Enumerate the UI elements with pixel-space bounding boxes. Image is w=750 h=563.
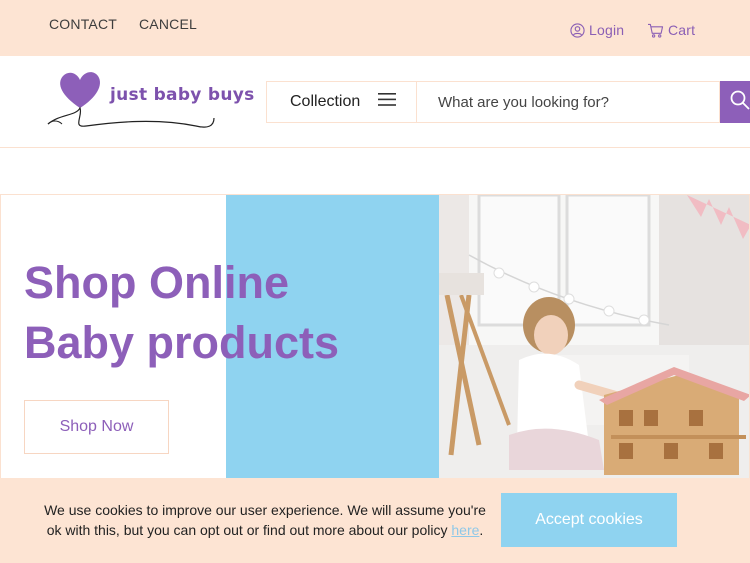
search-input[interactable] <box>417 82 719 122</box>
cancel-link[interactable]: CANCEL <box>139 16 197 32</box>
hero-photo <box>439 195 749 484</box>
search-button[interactable] <box>720 81 750 123</box>
cookie-policy-link[interactable]: here <box>451 522 479 538</box>
cookie-banner: We use cookies to improve our user exper… <box>0 478 750 563</box>
cart-label: Cart <box>668 22 696 38</box>
hero-headline: Shop Online Baby products <box>24 257 340 368</box>
logo-text: just baby buys <box>110 85 255 105</box>
search-box <box>417 81 720 123</box>
user-circle-icon <box>570 22 585 38</box>
site-header: just baby buys Collection <box>0 56 750 148</box>
shop-now-button[interactable]: Shop Now <box>24 400 169 454</box>
hero-banner: Shop Online Baby products Shop Now <box>0 194 750 484</box>
site-logo[interactable]: just baby buys <box>46 68 256 136</box>
collection-label: Collection <box>290 93 361 110</box>
collection-menu-button[interactable]: Collection <box>266 81 417 123</box>
login-label: Login <box>589 22 625 38</box>
top-bar: CONTACT CANCEL Login Cart <box>0 0 750 56</box>
hamburger-icon <box>378 93 397 111</box>
cookie-message: We use cookies to improve our user exper… <box>40 500 490 540</box>
cart-icon <box>647 23 664 38</box>
login-link[interactable]: Login <box>570 22 624 38</box>
cookie-message-text: We use cookies to improve our user exper… <box>44 502 486 538</box>
accept-cookies-button[interactable]: Accept cookies <box>501 493 677 547</box>
contact-link[interactable]: CONTACT <box>49 16 117 32</box>
cookie-message-end: . <box>479 522 484 538</box>
cart-link[interactable]: Cart <box>647 22 695 38</box>
search-icon <box>730 90 750 115</box>
